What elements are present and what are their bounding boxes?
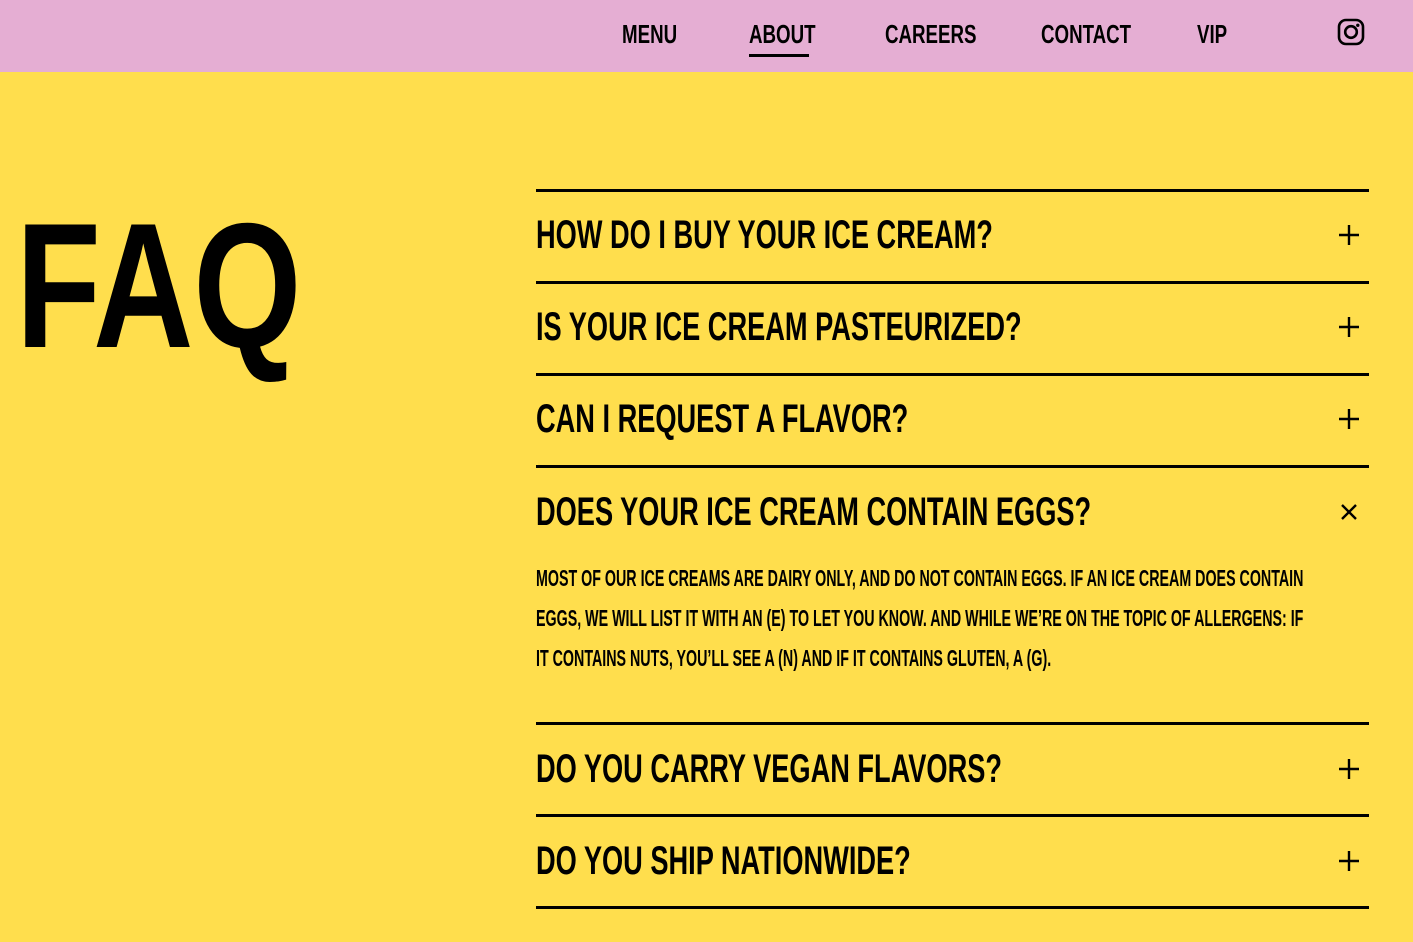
divider (536, 722, 1369, 725)
faq-question-text: CAN I REQUEST A FLAVOR? (536, 397, 909, 441)
faq-answer: MOST OF OUR ICE CREAMS ARE DAIRY ONLY, A… (536, 558, 1369, 678)
faq-question: IS YOUR ICE CREAM PASTEURIZED? (536, 297, 1250, 357)
close-icon[interactable] (1337, 500, 1361, 524)
faq-answer-line: MOST OF OUR ICE CREAMS ARE DAIRY ONLY, A… (536, 558, 1369, 598)
faq-answer-text: MOST OF OUR ICE CREAMS ARE DAIRY ONLY, A… (536, 565, 1304, 591)
divider (536, 373, 1369, 376)
nav-item-careers[interactable]: CAREERS (885, 18, 1012, 50)
page-title-text: FAQ (16, 186, 302, 385)
instagram-icon[interactable] (1336, 17, 1366, 47)
nav-item-menu[interactable]: MENU (622, 18, 699, 50)
nav-item-contact[interactable]: CONTACT (1041, 18, 1166, 50)
faq-item-buy[interactable]: HOW DO I BUY YOUR ICE CREAM? (536, 205, 1369, 265)
faq-answer-line: IT CONTAINS NUTS, YOU’LL SEE A (N) AND I… (536, 638, 1369, 678)
faq-question-text: DOES YOUR ICE CREAM CONTAIN EGGS? (536, 490, 1092, 534)
faq-question-text: IS YOUR ICE CREAM PASTEURIZED? (536, 305, 1022, 349)
faq-question: DO YOU CARRY VEGAN FLAVORS? (536, 739, 1221, 799)
faq-question-text: HOW DO I BUY YOUR ICE CREAM? (536, 213, 993, 257)
nav-item-label: VIP (1197, 19, 1228, 49)
top-navigation-bar: MENU ABOUT CAREERS CONTACT VIP (0, 0, 1413, 72)
faq-question: DO YOU SHIP NATIONWIDE? (536, 831, 1087, 891)
faq-answer-text: IT CONTAINS NUTS, YOU’LL SEE A (N) AND I… (536, 645, 1052, 671)
nav-item-label: ABOUT (749, 19, 816, 49)
faq-item-shipping[interactable]: DO YOU SHIP NATIONWIDE? (536, 831, 1369, 891)
faq-question: HOW DO I BUY YOUR ICE CREAM? (536, 205, 1208, 265)
divider (536, 189, 1369, 192)
divider (536, 465, 1369, 468)
divider (536, 906, 1369, 909)
plus-icon[interactable] (1337, 757, 1361, 781)
faq-question: DOES YOUR ICE CREAM CONTAIN EGGS? (536, 482, 1352, 542)
plus-icon[interactable] (1337, 315, 1361, 339)
faq-answer-line: EGGS, WE WILL LIST IT WITH AN (E) TO LET… (536, 598, 1369, 638)
nav-item-label: CAREERS (885, 19, 977, 49)
faq-item-vegan[interactable]: DO YOU CARRY VEGAN FLAVORS? (536, 739, 1369, 799)
faq-question-text: DO YOU SHIP NATIONWIDE? (536, 839, 911, 883)
faq-question: CAN I REQUEST A FLAVOR? (536, 389, 1083, 449)
divider (536, 281, 1369, 284)
faq-question-text: DO YOU CARRY VEGAN FLAVORS? (536, 747, 1002, 791)
nav-item-vip[interactable]: VIP (1197, 18, 1239, 50)
faq-item-eggs[interactable]: DOES YOUR ICE CREAM CONTAIN EGGS? (536, 482, 1369, 542)
plus-icon[interactable] (1337, 407, 1361, 431)
nav-item-label: CONTACT (1041, 19, 1132, 49)
faq-answer-text: EGGS, WE WILL LIST IT WITH AN (E) TO LET… (536, 605, 1304, 631)
plus-icon[interactable] (1337, 223, 1361, 247)
plus-icon[interactable] (1337, 849, 1361, 873)
faq-item-pasteurized[interactable]: IS YOUR ICE CREAM PASTEURIZED? (536, 297, 1369, 357)
nav-item-about[interactable]: ABOUT (749, 18, 841, 57)
faq-item-request-flavor[interactable]: CAN I REQUEST A FLAVOR? (536, 389, 1369, 449)
divider (536, 814, 1369, 817)
nav-item-label: MENU (622, 19, 678, 49)
page-title: FAQ (16, 196, 382, 376)
